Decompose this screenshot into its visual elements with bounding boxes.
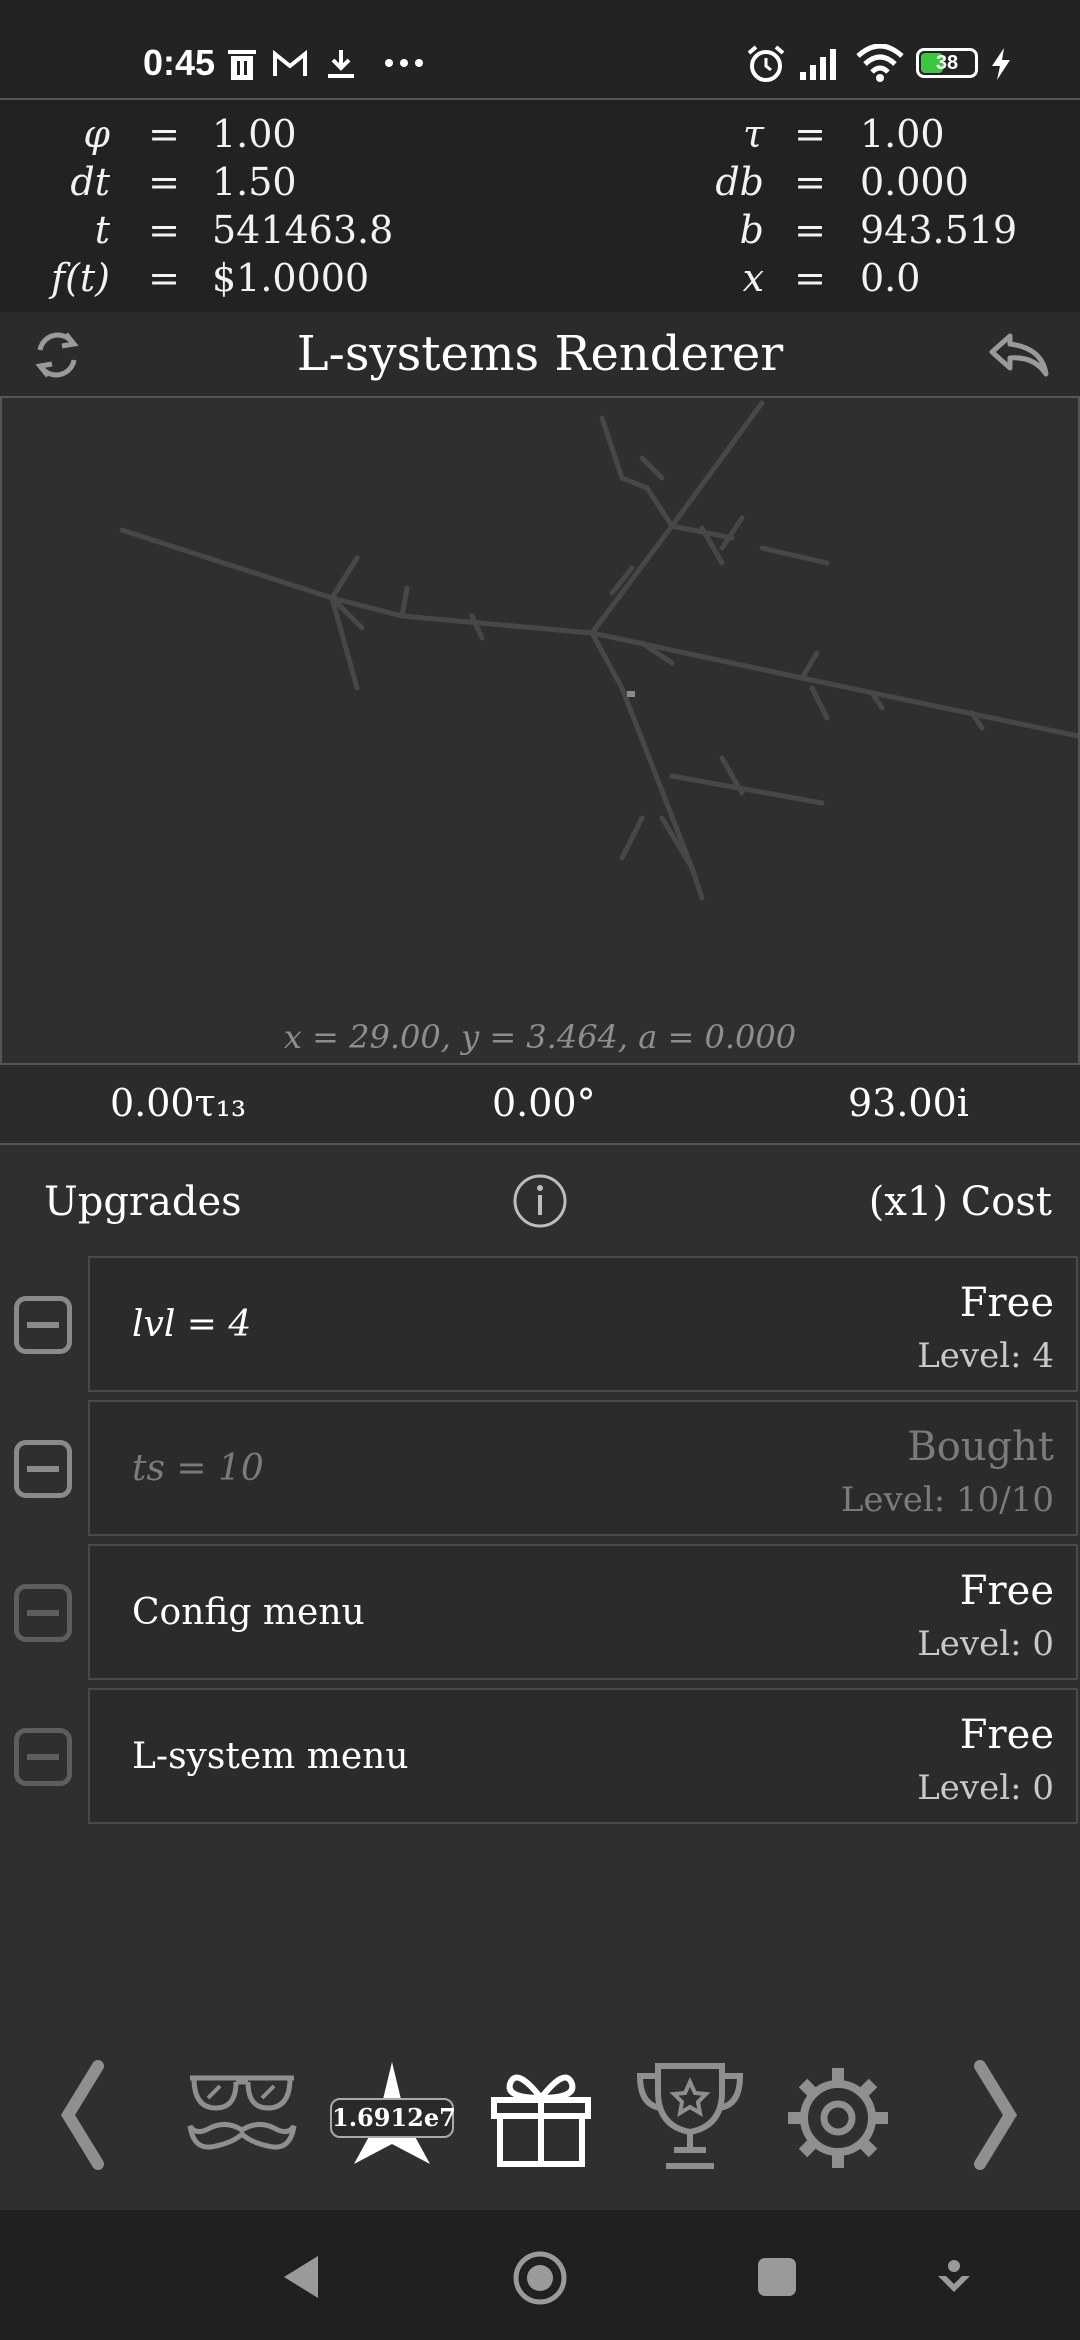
assistant-icon[interactable] (936, 2258, 972, 2298)
trash-icon (228, 50, 256, 80)
alarm-icon (747, 45, 785, 82)
more-dots-icon (385, 59, 423, 67)
var-value: 0.000 (860, 160, 969, 204)
minus-icon[interactable] (14, 1296, 72, 1354)
upgrade-card[interactable]: lvl = 4 Free Level: 4 (88, 1256, 1078, 1392)
upgrade-name: lvl = 4 (132, 1304, 252, 1345)
var-name: db (715, 160, 764, 204)
chevron-left-icon[interactable] (58, 2060, 108, 2170)
gmail-icon (273, 50, 307, 76)
var-eq: = (794, 112, 826, 156)
upgrade-level: Level: 0 (917, 1768, 1054, 1808)
minus-icon[interactable] (14, 1584, 72, 1642)
var-value: $1.0000 (212, 256, 370, 300)
var-eq: = (794, 208, 826, 252)
lsystem-drawing (119, 400, 1078, 901)
upgrade-level: Level: 0 (917, 1624, 1054, 1664)
recents-icon[interactable] (756, 2256, 798, 2298)
status-bar: 0:45 38 (0, 0, 1080, 98)
var-value: 1.00 (212, 112, 297, 156)
battery-level: 38 (935, 52, 959, 74)
upgrade-row: L-system menu Free Level: 0 (0, 1688, 1080, 1824)
chevron-right-icon[interactable] (970, 2060, 1020, 2170)
charging-icon (992, 48, 1010, 80)
minus-icon[interactable] (14, 1440, 72, 1498)
var-eq: = (148, 160, 180, 204)
upgrade-card[interactable]: Config menu Free Level: 0 (88, 1544, 1078, 1680)
wifi-icon (856, 44, 904, 82)
variables-panel: φ = 1.00 dt = 1.50 t = 541463.8 f(t) = $… (0, 98, 1080, 316)
stats-bar: 0.00τ₁₃ 0.00° 93.00i (0, 1063, 1080, 1145)
title-bar: L-systems Renderer (0, 312, 1080, 398)
var-eq: = (148, 112, 180, 156)
var-value: 541463.8 (212, 208, 394, 252)
glasses-mustache-icon[interactable] (186, 2068, 298, 2158)
upgrade-name: L-system menu (132, 1736, 409, 1777)
download-icon (328, 50, 354, 78)
back-icon[interactable] (282, 2254, 322, 2300)
var-eq: = (794, 160, 826, 204)
battery-icon: 38 (916, 48, 978, 78)
trophy-icon[interactable] (634, 2062, 746, 2170)
var-name: t (94, 208, 110, 252)
gear-icon[interactable] (782, 2062, 894, 2174)
undo-icon[interactable] (988, 330, 1052, 380)
upgrade-card[interactable]: ts = 10 Bought Level: 10/10 (88, 1400, 1078, 1536)
upgrade-card[interactable]: L-system menu Free Level: 0 (88, 1688, 1078, 1824)
stat-imag: 93.00i (848, 1081, 969, 1125)
var-value: 1.50 (212, 160, 297, 204)
var-eq: = (794, 256, 826, 300)
upgrade-name: Config menu (132, 1592, 365, 1633)
var-value: 0.0 (860, 256, 921, 300)
var-name: f(t) (51, 256, 110, 300)
minus-icon[interactable] (14, 1728, 72, 1786)
upgrades-title: Upgrades (44, 1179, 242, 1225)
upgrade-cost: Free (959, 1280, 1054, 1326)
upgrade-cost: Bought (907, 1424, 1054, 1470)
var-name: τ (742, 112, 764, 156)
var-eq: = (148, 256, 180, 300)
upgrade-name: ts = 10 (132, 1448, 264, 1489)
upgrade-row: ts = 10 Bought Level: 10/10 (0, 1400, 1080, 1536)
var-value: 943.519 (860, 208, 1018, 252)
bottom-nav (0, 2040, 1080, 2210)
var-name: b (739, 208, 764, 252)
multiplier-cost[interactable]: (x1) Cost (869, 1179, 1052, 1225)
upgrade-level: Level: 4 (917, 1336, 1054, 1376)
upgrade-level: Level: 10/10 (840, 1480, 1054, 1520)
home-icon[interactable] (512, 2250, 568, 2306)
upgrade-cost: Free (959, 1568, 1054, 1614)
var-name: dt (70, 160, 110, 204)
upgrade-row: Config menu Free Level: 0 (0, 1544, 1080, 1680)
coords-readout: x = 29.00, y = 3.464, a = 0.000 (283, 1018, 797, 1056)
status-time: 0:45 (143, 42, 216, 83)
stat-tau: 0.00τ₁₃ (110, 1081, 247, 1125)
currency-badge: 1.6912e7 (330, 2098, 456, 2138)
upgrade-row: lvl = 4 Free Level: 4 (0, 1256, 1080, 1392)
var-name: x (742, 256, 764, 300)
system-nav-bar (0, 2210, 1080, 2340)
var-value: 1.00 (860, 112, 945, 156)
var-eq: = (148, 208, 180, 252)
signal-icon (800, 49, 836, 80)
gift-icon[interactable] (486, 2064, 596, 2168)
upgrade-cost: Free (959, 1712, 1054, 1758)
stat-angle: 0.00° (492, 1081, 596, 1125)
upgrades-header: Upgrades (x1) Cost (0, 1143, 1080, 1253)
lsystem-canvas[interactable] (0, 398, 1080, 1063)
info-icon[interactable] (512, 1173, 568, 1229)
page-title: L-systems Renderer (296, 326, 784, 382)
var-name: φ (83, 112, 110, 156)
